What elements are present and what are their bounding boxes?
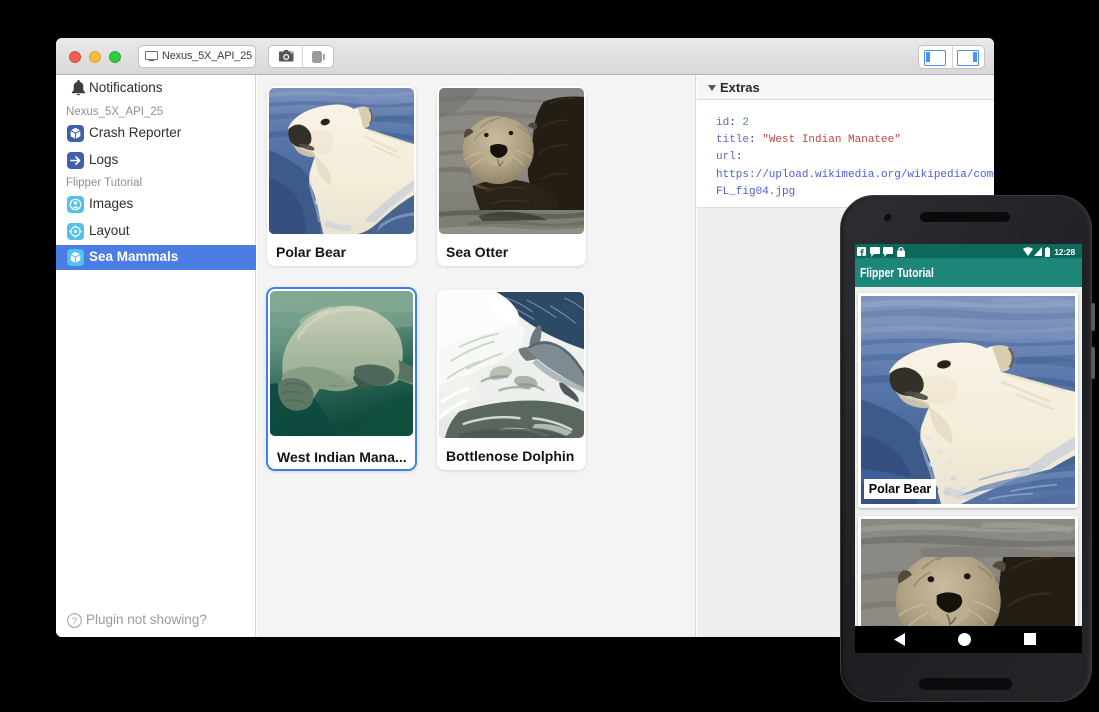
svg-text:?: ?: [72, 616, 77, 627]
